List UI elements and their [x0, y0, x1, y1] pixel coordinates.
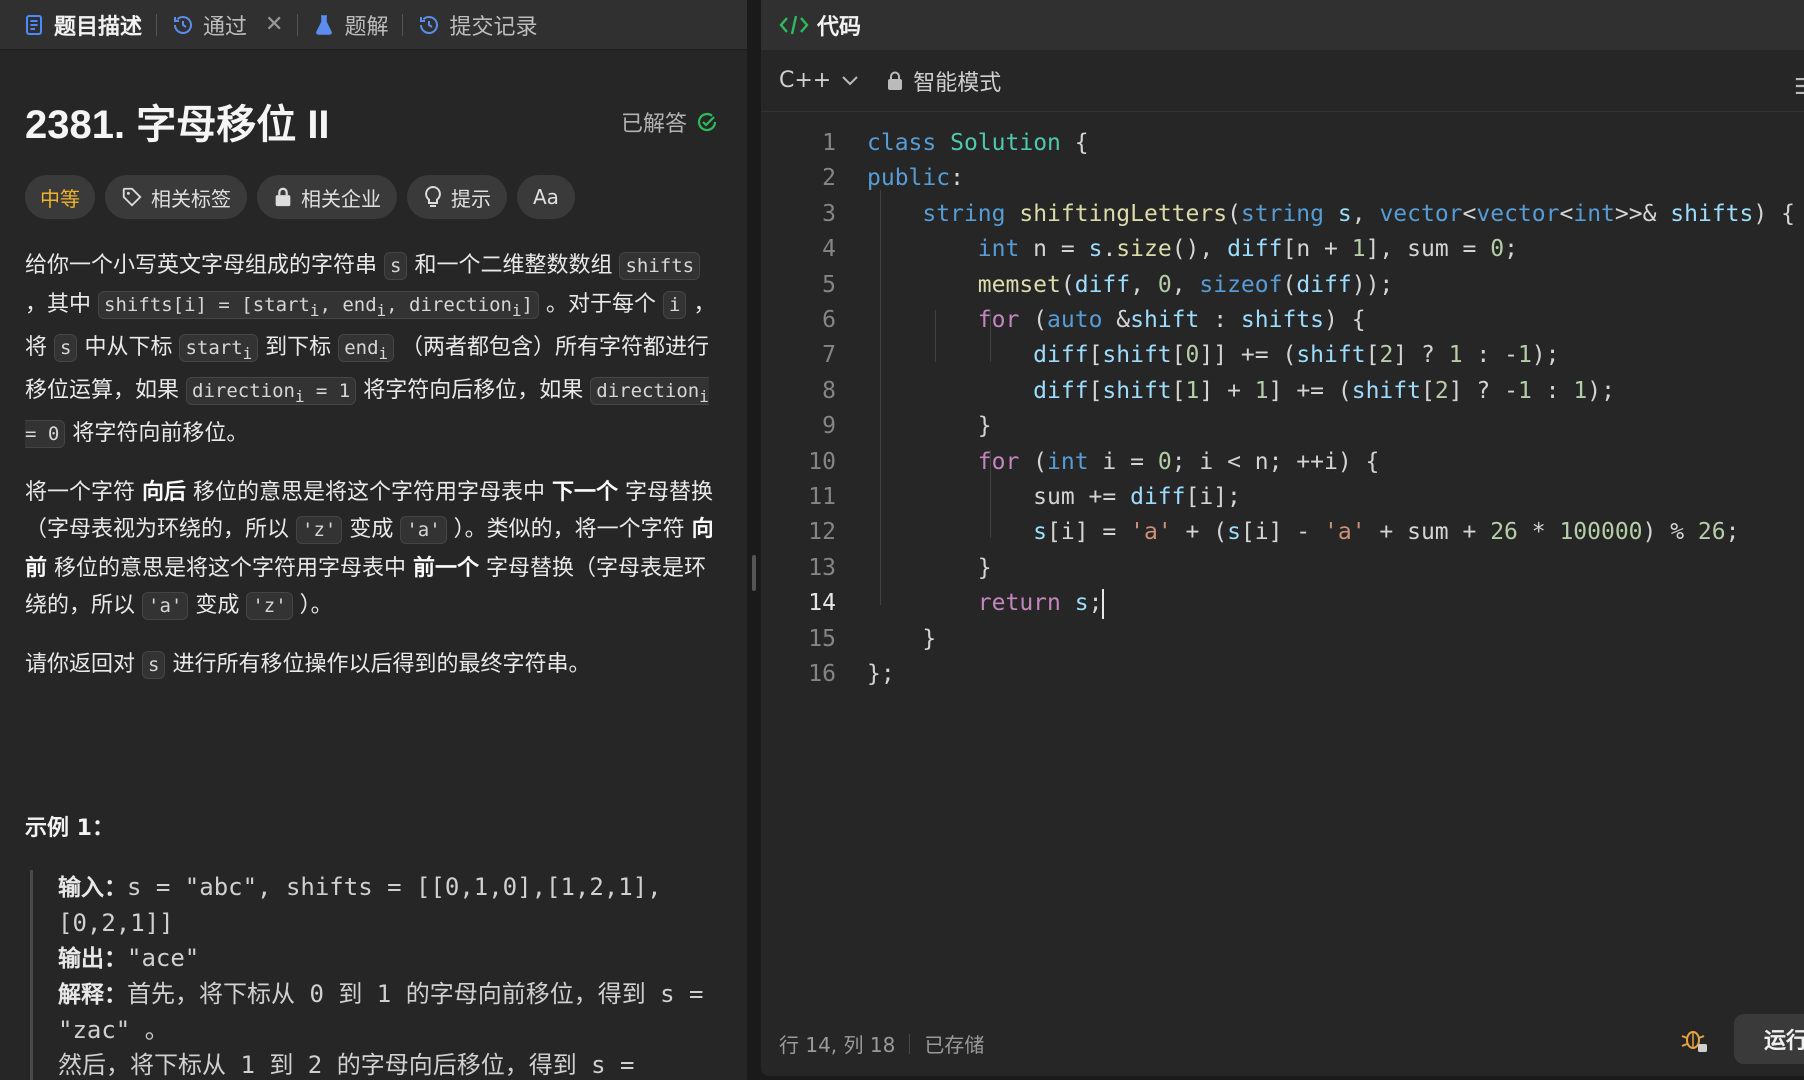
code-text: s[i] = 'a' + (s[i] - 'a' + sum + 26 * 10…: [1033, 519, 1740, 546]
lock-icon: [275, 187, 291, 207]
code-text: string shiftingLetters(string s, vector<…: [922, 200, 1795, 227]
smart-mode-label: 智能模式: [913, 70, 1002, 96]
tab-divider: [297, 13, 299, 36]
line-number: 16: [808, 661, 836, 687]
code-header: 代码: [761, 0, 1804, 50]
code-text: for (auto &shift : shifts) {: [977, 307, 1366, 333]
code-text: return s;: [867, 586, 1105, 621]
lock-icon: [888, 71, 903, 90]
close-icon[interactable]: ✕: [265, 12, 283, 37]
code-text: }: [867, 625, 937, 652]
tab-solutions[interactable]: 题解: [308, 0, 400, 50]
code-text: }: [867, 413, 992, 440]
language-label: C++: [779, 68, 832, 93]
tags-chip[interactable]: 相关标签: [105, 175, 247, 219]
tab-label: 通过: [203, 14, 248, 40]
code-header-title: 代码: [817, 15, 862, 40]
line-number: 4: [822, 236, 836, 263]
line-number: 10: [808, 448, 836, 475]
difficulty-badge: 中等: [25, 175, 95, 219]
line-number: 9: [822, 413, 836, 440]
line-number: 14: [808, 590, 836, 617]
language-select[interactable]: C++: [779, 68, 859, 93]
debug-icon[interactable]: [1679, 1024, 1709, 1054]
description-paragraph: 将一个字符 向后 移位的意思是将这个字符用字母表中 下一个 字母替换（字母表视为…: [25, 479, 714, 621]
problem-panel: 题目描述 通过 ✕ 题解 提交记录 2381. 字母移位 II 已解答 中等 相…: [0, 0, 747, 1080]
translate-icon: Aa: [533, 185, 559, 209]
line-number: 2: [822, 165, 836, 192]
code-text: public:: [867, 165, 964, 192]
example-input: 输入：s = "abc", shifts = [[0,1,0],[1,2,1],…: [58, 873, 662, 937]
document-icon: [26, 14, 42, 35]
chip-label: 相关标签: [151, 186, 231, 211]
description-paragraph: 请你返回对 s 进行所有移位操作以后得到的最终字符串。: [25, 650, 591, 679]
hint-chip[interactable]: 提示: [407, 175, 507, 219]
resize-handle[interactable]: [752, 555, 756, 591]
code-text: class Solution {: [867, 130, 1089, 156]
line-number: 12: [808, 519, 836, 546]
problem-tabbar: 题目描述 通过 ✕ 题解 提交记录: [0, 0, 747, 50]
flask-icon: [316, 14, 333, 35]
solved-status: 已解答: [621, 106, 719, 138]
example-output: 输出："ace": [58, 944, 200, 972]
line-number: 7: [822, 342, 836, 369]
menu-icon[interactable]: ☰: [1794, 75, 1804, 100]
code-text: for (int i = 0; i < n; ++i) {: [977, 448, 1380, 475]
code-panel: 代码 C++ 智能模式 ☰ 1 class Solution { 2 public: 3…: [761, 0, 1804, 1076]
code-text: int n = s.size(), diff[n + 1], sum = 0;: [977, 236, 1518, 263]
example-explanation: 解释：首先，将下标从 0 到 1 的字母向前移位，得到 s = "zac" 。: [58, 980, 704, 1044]
chip-label: 相关企业: [301, 186, 381, 211]
text-cursor: [1102, 588, 1105, 619]
history-icon: [174, 15, 193, 34]
translate-chip[interactable]: Aa: [517, 175, 575, 219]
tab-submissions[interactable]: 提交记录: [413, 0, 549, 50]
lightbulb-icon: [425, 185, 441, 207]
tab-label: 题解: [344, 14, 389, 40]
tab-description[interactable]: 题目描述: [18, 0, 154, 50]
run-button[interactable]: 运行: [1734, 1014, 1804, 1064]
status-bar: 行 14, 列 18 已存储: [779, 1029, 984, 1058]
example-block: 输入：s = "abc", shifts = [[0,1,0],[1,2,1],…: [30, 870, 720, 1080]
line-number: 8: [822, 377, 836, 404]
tab-accepted[interactable]: 通过 ✕: [167, 0, 295, 50]
code-text: memset(diff, 0, sizeof(diff));: [977, 271, 1394, 298]
chevron-down-icon: [842, 75, 858, 85]
code-editor[interactable]: 1 class Solution { 2 public: 3 string shifti…: [761, 126, 1804, 1006]
code-icon: [779, 15, 809, 35]
tag-icon: [122, 187, 142, 207]
example-title: 示例 1：: [25, 816, 114, 841]
line-number: 1: [822, 130, 836, 156]
panel-divider[interactable]: [747, 0, 761, 1080]
code-text: }: [867, 554, 992, 581]
tab-label: 题目描述: [54, 14, 143, 40]
tab-label: 提交记录: [449, 14, 538, 40]
save-status: 已存储: [924, 1033, 985, 1057]
line-number: 11: [808, 484, 836, 510]
code-text: diff[shift[0]] += (shift[2] ? 1 : -1);: [1033, 342, 1560, 369]
problem-header: 2381. 字母移位 II 已解答: [25, 92, 725, 148]
example-explanation-more: 然后，将下标从 1 到 2 的字母向后移位，得到 s =: [58, 1051, 635, 1079]
line-number: 15: [808, 625, 836, 652]
code-text: diff[shift[1] + 1] += (shift[2] ? -1 : 1…: [1033, 377, 1615, 404]
line-number: 3: [822, 200, 836, 227]
cursor-position: 行 14, 列 18: [779, 1033, 896, 1057]
line-number: 13: [808, 554, 836, 581]
line-number: 6: [822, 307, 836, 333]
code-text: sum += diff[i];: [867, 484, 1241, 510]
smart-mode-toggle[interactable]: 智能模式: [887, 65, 1001, 97]
status-divider: [909, 1033, 911, 1054]
problem-description: 给你一个小写英文字母组成的字符串 s 和一个二维整数数组 shifts ，其中 …: [25, 247, 725, 704]
check-circle-icon: [697, 112, 717, 132]
problem-chips: 中等 相关标签 相关企业 提示 Aa: [25, 175, 575, 219]
history-icon: [420, 15, 439, 34]
tab-divider: [156, 13, 158, 36]
solved-label: 已解答: [620, 112, 687, 137]
description-paragraph: 给你一个小写英文字母组成的字符串 s 和一个二维整数数组 shifts ，其中 …: [25, 252, 716, 449]
companies-chip[interactable]: 相关企业: [257, 175, 397, 219]
chip-label: 提示: [451, 186, 491, 211]
code-text: };: [867, 661, 895, 687]
tab-divider: [402, 13, 404, 36]
editor-toolbar: C++ 智能模式 ☰: [761, 50, 1804, 112]
line-number: 5: [822, 271, 836, 298]
